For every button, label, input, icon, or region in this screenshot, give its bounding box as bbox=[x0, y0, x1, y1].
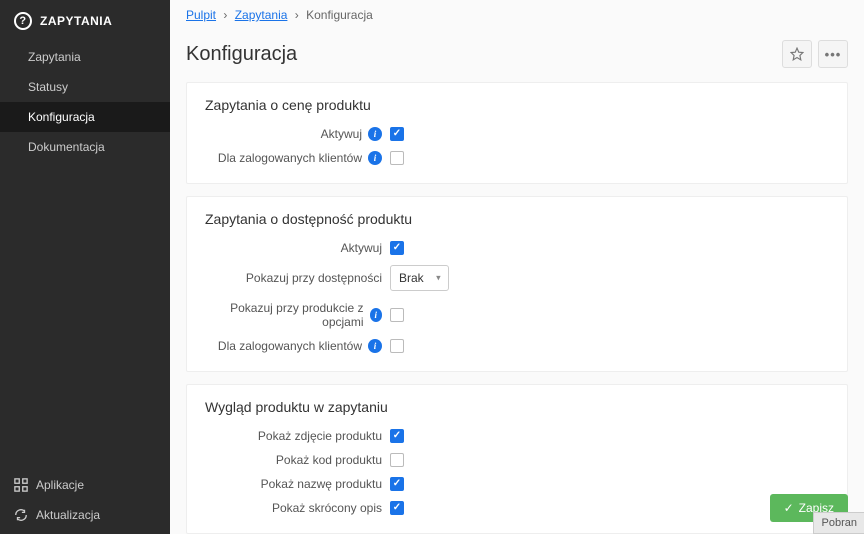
label-appearance-code: Pokaż kod produktu bbox=[205, 453, 390, 467]
sidebar-title: ZAPYTANIA bbox=[40, 14, 112, 28]
refresh-icon bbox=[14, 508, 28, 522]
favorite-button[interactable] bbox=[782, 40, 812, 68]
label-appearance-short: Pokaż skrócony opis bbox=[205, 501, 390, 515]
label-price-logged: Dla zalogowanych klientów i bbox=[205, 151, 390, 165]
sidebar-item-statuses[interactable]: Statusy bbox=[0, 72, 170, 102]
row-avail-activate: Aktywuj bbox=[205, 241, 829, 255]
sidebar-footer-update-label: Aktualizacja bbox=[36, 508, 100, 522]
breadcrumb-module[interactable]: Zapytania bbox=[235, 8, 288, 22]
sidebar-item-documentation[interactable]: Dokumentacja bbox=[0, 132, 170, 162]
breadcrumb-dashboard[interactable]: Pulpit bbox=[186, 8, 216, 22]
sidebar-item-configuration[interactable]: Konfiguracja bbox=[0, 102, 170, 132]
breadcrumb-sep: › bbox=[223, 8, 227, 22]
checkbox-price-logged[interactable] bbox=[390, 151, 404, 165]
label-avail-options: Pokazuj przy produkcie z opcjami i bbox=[205, 301, 390, 329]
card-price-queries: Zapytania o cenę produktu Aktywuj i Dla … bbox=[186, 82, 848, 184]
info-icon[interactable]: i bbox=[368, 339, 382, 353]
card-title: Zapytania o dostępność produktu bbox=[205, 211, 829, 227]
checkbox-appearance-photo[interactable] bbox=[390, 429, 404, 443]
info-icon[interactable]: i bbox=[368, 151, 382, 165]
breadcrumb-sep: › bbox=[295, 8, 299, 22]
toast: Pobran bbox=[813, 512, 864, 534]
content: Zapytania o cenę produktu Aktywuj i Dla … bbox=[170, 82, 864, 534]
sidebar-header: ? ZAPYTANIA bbox=[0, 0, 170, 42]
checkbox-appearance-short[interactable] bbox=[390, 501, 404, 515]
main: Pulpit › Zapytania › Konfiguracja Konfig… bbox=[170, 0, 864, 534]
apps-icon bbox=[14, 478, 28, 492]
checkbox-avail-options[interactable] bbox=[390, 308, 404, 322]
checkbox-appearance-name[interactable] bbox=[390, 477, 404, 491]
card-availability-queries: Zapytania o dostępność produktu Aktywuj … bbox=[186, 196, 848, 372]
title-row: Konfiguracja ••• bbox=[170, 30, 864, 82]
label-price-activate: Aktywuj i bbox=[205, 127, 390, 141]
label-appearance-name: Pokaż nazwę produktu bbox=[205, 477, 390, 491]
row-price-activate: Aktywuj i bbox=[205, 127, 829, 141]
breadcrumb: Pulpit › Zapytania › Konfiguracja bbox=[170, 0, 864, 30]
row-appearance-name: Pokaż nazwę produktu bbox=[205, 477, 829, 491]
info-icon[interactable]: i bbox=[368, 127, 382, 141]
question-icon: ? bbox=[14, 12, 32, 30]
row-avail-show: Pokazuj przy dostępności Brak bbox=[205, 265, 829, 291]
select-availability[interactable]: Brak bbox=[390, 265, 449, 291]
sidebar-footer: Aplikacje Aktualizacja bbox=[0, 470, 170, 534]
more-icon: ••• bbox=[825, 47, 842, 62]
more-button[interactable]: ••• bbox=[818, 40, 848, 68]
card-title: Zapytania o cenę produktu bbox=[205, 97, 829, 113]
sidebar-nav: Zapytania Statusy Konfiguracja Dokumenta… bbox=[0, 42, 170, 470]
card-appearance: Wygląd produktu w zapytaniu Pokaż zdjęci… bbox=[186, 384, 848, 534]
label-avail-show: Pokazuj przy dostępności bbox=[205, 271, 390, 285]
breadcrumb-current: Konfiguracja bbox=[306, 8, 373, 22]
sidebar-footer-update[interactable]: Aktualizacja bbox=[0, 500, 170, 530]
row-appearance-photo: Pokaż zdjęcie produktu bbox=[205, 429, 829, 443]
checkbox-appearance-code[interactable] bbox=[390, 453, 404, 467]
row-appearance-code: Pokaż kod produktu bbox=[205, 453, 829, 467]
check-icon: ✓ bbox=[784, 501, 794, 515]
checkbox-avail-logged[interactable] bbox=[390, 339, 404, 353]
page-title: Konfiguracja bbox=[186, 43, 297, 66]
label-appearance-photo: Pokaż zdjęcie produktu bbox=[205, 429, 390, 443]
card-title: Wygląd produktu w zapytaniu bbox=[205, 399, 829, 415]
label-avail-activate: Aktywuj bbox=[205, 241, 390, 255]
sidebar-item-queries[interactable]: Zapytania bbox=[0, 42, 170, 72]
checkbox-price-activate[interactable] bbox=[390, 127, 404, 141]
star-icon bbox=[790, 47, 804, 61]
row-price-logged: Dla zalogowanych klientów i bbox=[205, 151, 829, 165]
checkbox-avail-activate[interactable] bbox=[390, 241, 404, 255]
sidebar-footer-apps-label: Aplikacje bbox=[36, 478, 84, 492]
sidebar: ? ZAPYTANIA Zapytania Statusy Konfigurac… bbox=[0, 0, 170, 534]
sidebar-footer-apps[interactable]: Aplikacje bbox=[0, 470, 170, 500]
title-actions: ••• bbox=[782, 40, 848, 68]
row-appearance-short: Pokaż skrócony opis bbox=[205, 501, 829, 515]
row-avail-logged: Dla zalogowanych klientów i bbox=[205, 339, 829, 353]
info-icon[interactable]: i bbox=[370, 308, 382, 322]
label-avail-logged: Dla zalogowanych klientów i bbox=[205, 339, 390, 353]
row-avail-options: Pokazuj przy produkcie z opcjami i bbox=[205, 301, 829, 329]
